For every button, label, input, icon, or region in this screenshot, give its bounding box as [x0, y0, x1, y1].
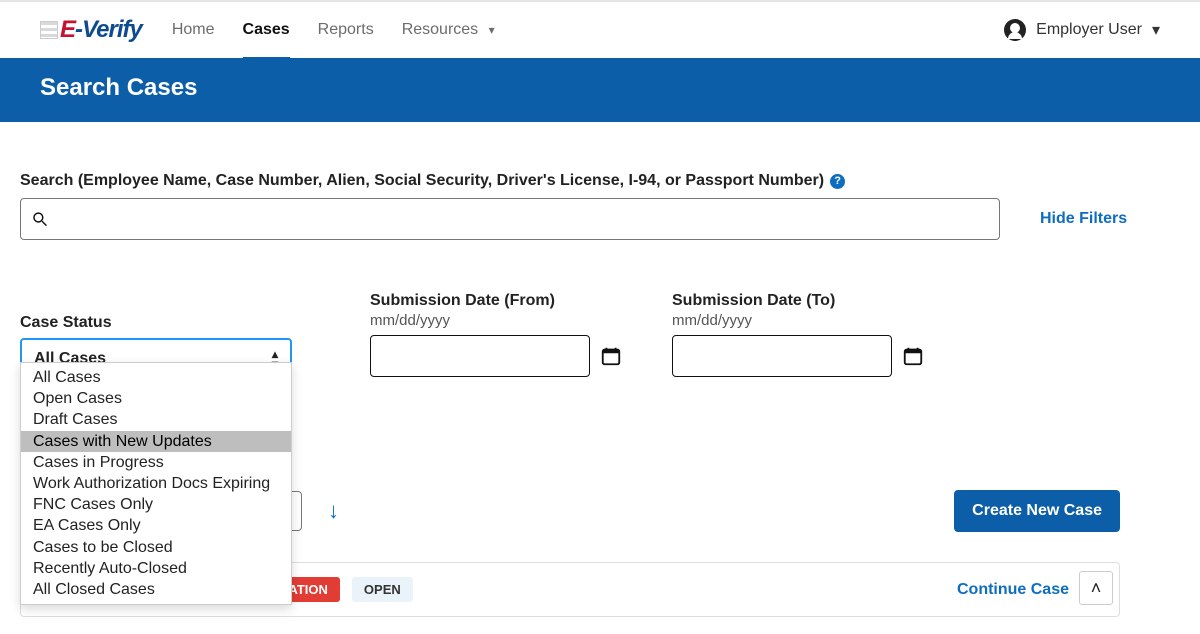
user-name: Employer User: [1036, 21, 1142, 39]
user-menu[interactable]: Employer User ▾: [1004, 19, 1160, 41]
calendar-icon[interactable]: [600, 345, 622, 367]
search-label-row: Search (Employee Name, Case Number, Alie…: [20, 172, 1120, 190]
nav-cases[interactable]: Cases: [243, 15, 290, 45]
case-status-option[interactable]: Cases with New Updates: [21, 431, 291, 452]
top-nav: E - Verify Home Cases Reports Resources …: [0, 0, 1200, 58]
case-status-option[interactable]: FNC Cases Only: [21, 494, 291, 515]
case-status-option[interactable]: Recently Auto-Closed: [21, 558, 291, 579]
date-to-sub: mm/dd/yyyy: [672, 312, 924, 329]
page-title: Search Cases: [40, 74, 197, 101]
primary-nav: Home Cases Reports Resources ▾: [172, 15, 495, 45]
chevron-down-icon: ▾: [1152, 20, 1160, 40]
case-status-dropdown: All CasesOpen CasesDraft CasesCases with…: [20, 362, 292, 605]
logo-verify: Verify: [82, 16, 142, 44]
case-status-filter: Case Status All Cases ▴▾ All CasesOpen C…: [20, 292, 310, 380]
date-to-filter: Submission Date (To) mm/dd/yyyy: [672, 292, 924, 380]
search-icon: [31, 210, 49, 228]
nav-resources[interactable]: Resources ▾: [402, 15, 495, 45]
sort-arrow-down-icon[interactable]: ↓: [328, 498, 339, 524]
date-from-filter: Submission Date (From) mm/dd/yyyy: [370, 292, 622, 380]
page-title-banner: Search Cases: [0, 58, 1200, 122]
case-status-option[interactable]: Draft Cases: [21, 409, 291, 430]
hide-filters-link[interactable]: Hide Filters: [1040, 210, 1127, 228]
date-from-sub: mm/dd/yyyy: [370, 312, 622, 329]
nav-home[interactable]: Home: [172, 15, 215, 45]
calendar-icon[interactable]: [902, 345, 924, 367]
search-box[interactable]: [20, 198, 1000, 240]
logo-e: E: [60, 16, 75, 44]
case-status-label: Case Status: [20, 314, 310, 332]
case-status-option[interactable]: All Cases: [21, 367, 291, 388]
date-from-input[interactable]: [370, 335, 590, 377]
case-status-option[interactable]: Work Authorization Docs Expiring: [21, 473, 291, 494]
date-from-label: Submission Date (From): [370, 292, 622, 310]
date-to-label: Submission Date (To): [672, 292, 924, 310]
case-status-option[interactable]: Open Cases: [21, 388, 291, 409]
search-label: Search (Employee Name, Case Number, Alie…: [20, 172, 824, 190]
date-to-input[interactable]: [672, 335, 892, 377]
continue-case-link[interactable]: Continue Case: [957, 581, 1069, 599]
logo[interactable]: E - Verify: [40, 16, 142, 44]
chevron-down-icon: ▾: [489, 23, 495, 37]
status-badge-open: OPEN: [352, 577, 413, 602]
help-icon[interactable]: ?: [830, 174, 845, 189]
create-new-case-button[interactable]: Create New Case: [954, 490, 1120, 532]
expand-toggle[interactable]: ˄: [1079, 571, 1113, 605]
logo-dash: -: [75, 16, 82, 44]
user-icon: [1004, 19, 1026, 41]
nav-resources-label: Resources: [402, 21, 478, 38]
flag-stripes-icon: [40, 21, 58, 39]
case-status-option[interactable]: Cases in Progress: [21, 452, 291, 473]
case-status-option[interactable]: All Closed Cases: [21, 579, 291, 600]
case-status-option[interactable]: Cases to be Closed: [21, 537, 291, 558]
nav-reports[interactable]: Reports: [318, 15, 374, 45]
search-input[interactable]: [49, 209, 989, 229]
case-status-option[interactable]: EA Cases Only: [21, 515, 291, 536]
